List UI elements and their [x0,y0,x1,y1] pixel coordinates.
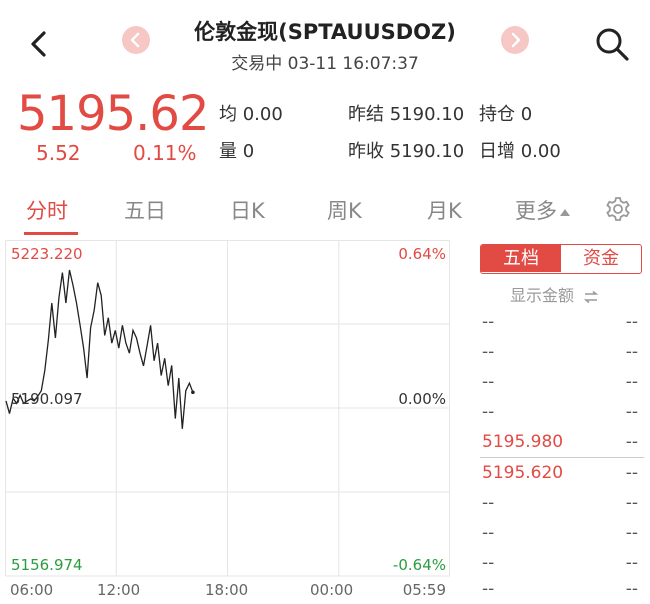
order-book-toggle: 五档 资金 [480,244,642,274]
tab-intraday[interactable]: 分时 [26,195,68,225]
sell-price: -- [482,312,495,332]
daily-increase-stat: 日增 0.00 [479,137,561,163]
sell-level-row: -- -- [476,368,646,398]
chart-grid [5,240,450,577]
open-interest-label: 持仓 [479,104,515,125]
price-change-percent: 0.11% [133,141,197,165]
daily-increase-value: 0.00 [520,141,561,162]
intraday-chart[interactable]: 5223.220 0.64% 5190.097 0.00% 5156.974 -… [5,240,450,602]
x-tick-label: 12:00 [97,581,141,599]
swap-icon [583,290,599,303]
sell-volume: -- [625,372,638,392]
buy-volume: -- [625,463,638,483]
sell-price: -- [482,342,495,362]
y-max-price: 5223.220 [11,245,83,263]
prev-close-stat: 昨收 5190.10 [348,137,464,163]
daily-increase-label: 日增 [479,141,515,162]
caret-up-icon [560,208,570,216]
buy-price: -- [482,493,495,513]
y-mid-price: 5190.097 [11,390,83,408]
search-icon[interactable] [592,24,632,64]
tab-more-label: 更多 [515,199,557,223]
top-bar: 伦敦金现(SPTAUUSDOZ) 交易中 03-11 16:07:37 [0,0,650,86]
avg-stat: 均 0.00 [219,100,283,126]
show-amount-label: 显示金额 [510,286,575,305]
price-change: 5.52 [36,141,81,165]
buy-volume: -- [625,553,638,573]
x-tick-label: 00:00 [310,581,354,599]
tab-weekly-k[interactable]: 周K [327,195,362,225]
sell-price: -- [482,372,495,392]
sell-volume: -- [625,432,638,452]
sell-volume: -- [625,402,638,422]
prev-settle-label: 昨结 [348,104,384,125]
price-chart-svg [5,240,450,577]
buy-volume: -- [625,493,638,513]
sell-price: -- [482,402,495,422]
back-icon[interactable] [22,26,58,62]
buy-level-row: -- -- [476,489,646,519]
page-title: 伦敦金现(SPTAUUSDOZ) [194,20,456,44]
x-tick-label: 06:00 [10,581,54,599]
sell-level-row: 5195.980 -- [476,428,646,458]
buy-price: -- [482,523,495,543]
buy-level-row: 5195.620 -- [476,459,646,489]
order-book: 五档 资金 显示金额 -- -- -- -- -- -- -- -- 5195.980 -… [476,244,646,604]
order-book-divider [480,457,644,458]
sell-level-row: -- -- [476,308,646,338]
volume-stat: 量 0 [219,137,254,163]
buy-volume: -- [625,523,638,543]
buy-volume: -- [625,579,638,599]
tab-five-levels[interactable]: 五档 [481,245,561,272]
buy-price: 5195.620 [482,463,564,483]
open-interest-stat: 持仓 0 [479,100,532,126]
y-mid-percent: 0.00% [398,390,446,408]
show-amount-toggle[interactable]: 显示金额 [510,282,599,306]
sell-level-row: -- -- [476,398,646,428]
prev-settle-value: 5190.10 [389,104,465,125]
tab-daily-k[interactable]: 日K [230,195,265,225]
tab-five-day[interactable]: 五日 [124,195,166,225]
buy-price: -- [482,553,495,573]
quote-panel: 5195.62 5.52 0.11% 均 0.00 量 0 昨结 5190.10… [0,86,650,176]
y-min-percent: -0.64% [392,556,446,574]
active-tab-indicator [24,232,78,235]
avg-value: 0.00 [242,104,283,125]
trading-status-time: 交易中 03-11 16:07:37 [231,54,419,74]
next-arrow-icon[interactable] [501,26,529,54]
gear-icon[interactable] [604,195,632,223]
buy-level-row: -- -- [476,575,646,604]
buy-price: -- [482,579,495,599]
avg-label: 均 [219,104,237,125]
last-price: 5195.62 [17,86,209,142]
sell-level-row: -- -- [476,338,646,368]
volume-label: 量 [219,141,237,162]
prev-arrow-icon[interactable] [122,26,150,54]
y-max-percent: 0.64% [398,245,446,263]
last-price-dot [191,390,195,395]
x-tick-label: 05:59 [402,581,446,599]
y-min-price: 5156.974 [11,556,83,574]
tab-more[interactable]: 更多 [515,195,570,225]
tab-funds[interactable]: 资金 [561,245,641,272]
volume-value: 0 [242,141,255,162]
x-tick-label: 18:00 [205,581,249,599]
open-interest-value: 0 [520,104,533,125]
prev-close-value: 5190.10 [389,141,465,162]
tab-monthly-k[interactable]: 月K [427,195,462,225]
sell-volume: -- [625,312,638,332]
sell-price: 5195.980 [482,432,564,452]
buy-level-row: -- -- [476,519,646,549]
prev-settle-stat: 昨结 5190.10 [348,100,464,126]
sell-volume: -- [625,342,638,362]
chart-period-tabs: 分时 五日 日K 周K 月K 更多 [0,180,650,238]
prev-close-label: 昨收 [348,141,384,162]
